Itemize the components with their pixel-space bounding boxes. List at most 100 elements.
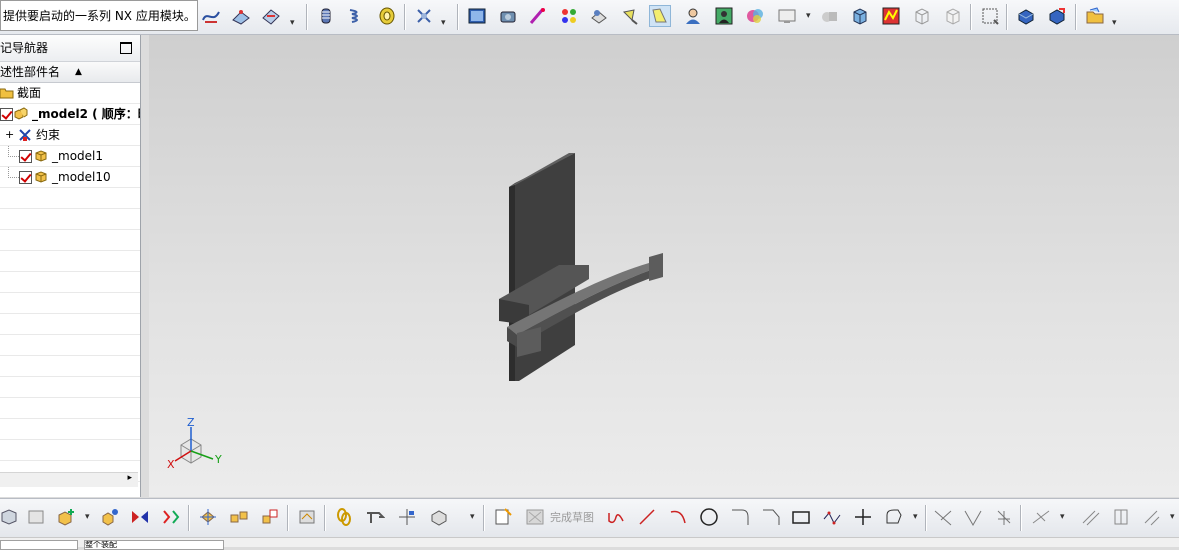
move-component-icon[interactable] (197, 506, 219, 528)
spotlight-icon[interactable] (649, 5, 671, 27)
show-hide-icon[interactable] (259, 506, 281, 528)
tree-item-model10[interactable]: _model10 (0, 167, 140, 188)
link-icon[interactable] (333, 506, 355, 528)
coil-icon[interactable] (376, 5, 398, 27)
chevron-down-icon[interactable]: ▾ (1060, 512, 1065, 522)
mirror-assembly-icon[interactable] (129, 506, 151, 528)
fastener-icon[interactable] (413, 5, 435, 27)
empty-row (0, 293, 140, 314)
toolbar-separator (404, 4, 406, 30)
circle-icon[interactable] (698, 506, 720, 528)
new-component-icon[interactable] (99, 506, 121, 528)
display-icon[interactable] (776, 5, 798, 27)
interference-icon[interactable] (364, 506, 386, 528)
toolbar-separator (1006, 4, 1008, 30)
dimension-icon[interactable] (1080, 506, 1102, 528)
assembly-scope-field[interactable]: 整个装配 (84, 540, 224, 550)
tree-item-label: 截面 (17, 86, 42, 100)
array-component-icon[interactable] (160, 506, 182, 528)
tree-item-label: _model1 (52, 149, 103, 163)
visibility-checkbox[interactable] (19, 150, 32, 163)
profile-icon[interactable] (605, 506, 627, 528)
empty-row (0, 272, 140, 293)
add-component-icon[interactable] (56, 506, 78, 528)
tree-item-label: 约束 (36, 128, 61, 142)
edit-box-icon[interactable] (1046, 5, 1068, 27)
tree-item-sections[interactable]: 截面 (0, 83, 140, 104)
wireframe-cube-icon[interactable] (911, 5, 933, 27)
assembly-constraints-icon[interactable] (228, 506, 250, 528)
horizontal-scrollbar[interactable]: ▸ (0, 472, 138, 487)
curve-on-surface-icon[interactable] (200, 5, 222, 27)
wave-geometry-icon[interactable] (296, 506, 318, 528)
rectangle-icon[interactable] (790, 506, 812, 528)
finish-sketch-label[interactable]: 完成草图 (550, 509, 594, 525)
chevron-down-icon[interactable]: ▾ (806, 11, 811, 21)
user-icon[interactable] (682, 5, 704, 27)
camera-icon[interactable] (497, 5, 519, 27)
cube-shaded-icon[interactable] (849, 5, 871, 27)
colored-cube-icon[interactable] (880, 5, 902, 27)
texture-icon[interactable] (588, 5, 610, 27)
bottom-toolbar: ▾ ▾ 完成草图 ▾ ▾ ▾ (0, 498, 1179, 537)
hidden-cube-icon[interactable] (942, 5, 964, 27)
selection-filter-field[interactable] (0, 540, 78, 550)
polygon-icon[interactable] (821, 506, 843, 528)
arc-icon[interactable] (667, 506, 689, 528)
quick-trim-icon[interactable] (932, 506, 954, 528)
navigator-title-bar: 记导航器 (0, 35, 140, 62)
assembly-icon[interactable] (0, 506, 20, 528)
chevron-down-icon[interactable]: ▾ (1112, 18, 1117, 28)
visibility-checkbox[interactable] (0, 108, 13, 121)
scroll-right-icon[interactable]: ▸ (127, 473, 132, 483)
chevron-down-icon[interactable]: ▾ (85, 512, 90, 522)
explode-view-icon[interactable] (396, 506, 418, 528)
color-palette-icon[interactable] (744, 5, 766, 27)
portrait-icon[interactable] (713, 5, 735, 27)
light-icon[interactable] (619, 5, 641, 27)
spring-icon[interactable] (345, 5, 367, 27)
blue-box-icon[interactable] (1015, 5, 1037, 27)
chevron-down-icon[interactable]: ▾ (1170, 512, 1175, 522)
column-header[interactable]: 述性部件名 ▲ (0, 62, 140, 83)
offset-curve-icon[interactable] (883, 506, 905, 528)
chevron-down-icon[interactable]: ▾ (470, 512, 475, 522)
visibility-checkbox[interactable] (19, 171, 32, 184)
finish-sketch-icon[interactable] (524, 506, 546, 528)
expand-icon[interactable]: + (5, 125, 14, 145)
graphics-viewport[interactable]: Z X Y (149, 35, 1179, 497)
maximize-icon[interactable] (120, 42, 132, 54)
chevron-down-icon[interactable]: ▾ (290, 18, 295, 28)
chevron-down-icon[interactable]: ▾ (441, 18, 446, 28)
tree-item-model1[interactable]: _model1 (0, 146, 140, 167)
sketch-icon[interactable] (492, 506, 514, 528)
sequence-icon[interactable] (428, 506, 450, 528)
toolbar-separator (457, 4, 459, 30)
cylinder-icon[interactable] (315, 5, 337, 27)
make-corner-icon[interactable] (993, 506, 1015, 528)
constraint-icon (18, 128, 32, 142)
open-folder-icon[interactable] (1084, 5, 1106, 27)
tree-item-model2[interactable]: _model2 ( 顺序：时 (0, 104, 140, 125)
tree-item-constraints[interactable]: + 约束 (0, 125, 140, 146)
tree-connector (8, 146, 19, 157)
geometric-constraint-icon[interactable] (1110, 506, 1132, 528)
splitter[interactable] (141, 35, 149, 497)
point-icon[interactable] (852, 506, 874, 528)
fillet-icon[interactable] (729, 506, 751, 528)
quick-extend-icon[interactable] (962, 506, 984, 528)
chamfer-icon[interactable] (760, 506, 782, 528)
component-icon[interactable] (25, 506, 47, 528)
materials-icon[interactable] (558, 5, 580, 27)
fit-view-icon[interactable] (979, 5, 1001, 27)
chevron-down-icon[interactable]: ▾ (913, 512, 918, 522)
paint-icon[interactable] (527, 5, 549, 27)
section-curve-icon[interactable] (260, 5, 282, 27)
empty-row (0, 440, 140, 461)
show-constraints-icon[interactable] (1142, 506, 1164, 528)
render-icon[interactable] (466, 5, 488, 27)
shape-icon[interactable] (818, 5, 840, 27)
line-icon[interactable] (636, 506, 658, 528)
mirror-curve-icon[interactable] (1030, 506, 1052, 528)
point-set-icon[interactable] (230, 5, 252, 27)
